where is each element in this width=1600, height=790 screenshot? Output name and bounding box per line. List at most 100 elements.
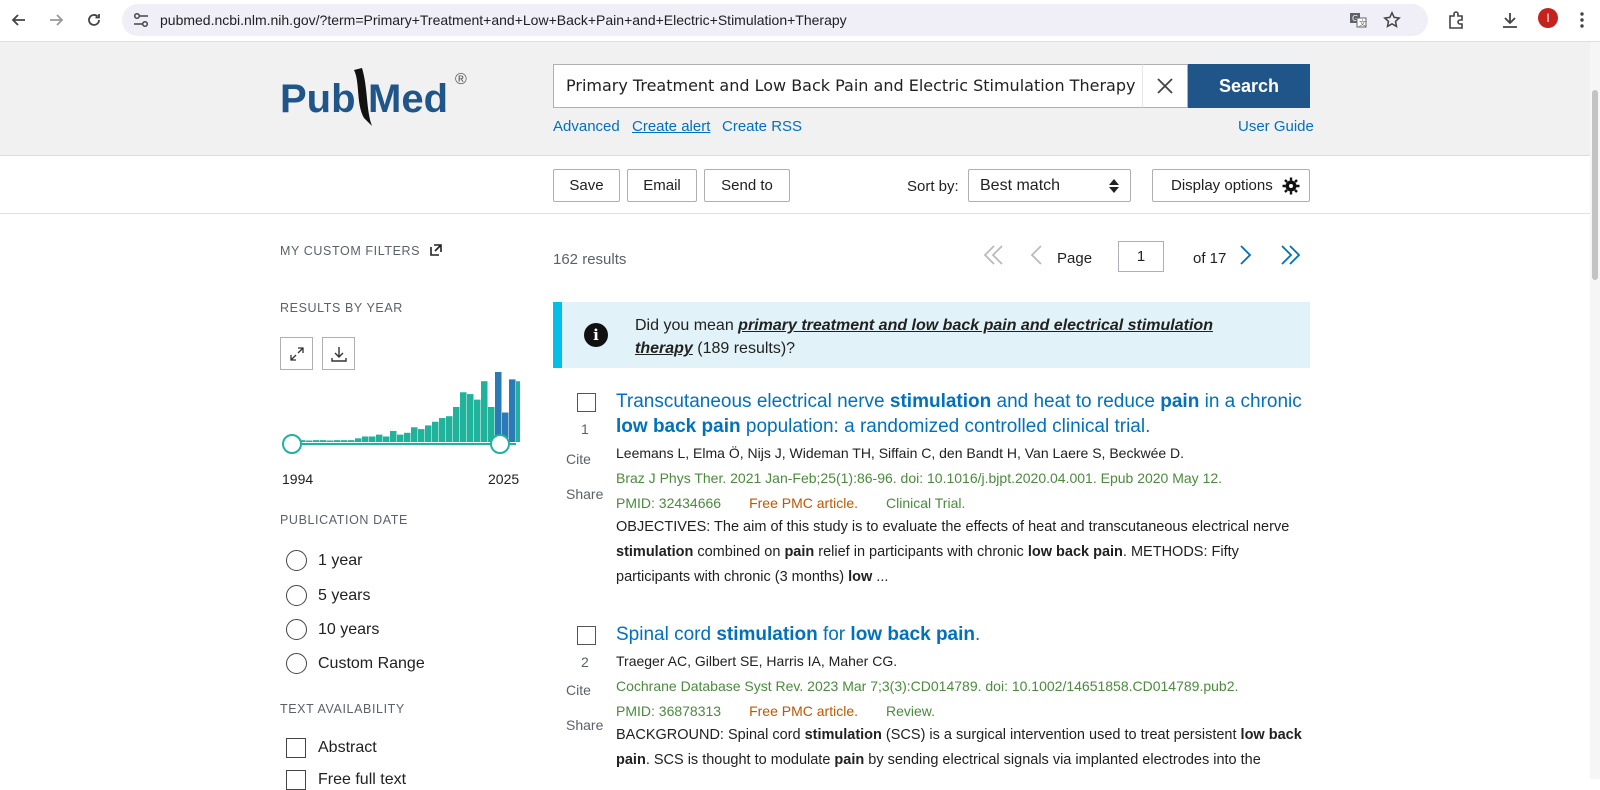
- histogram-bar: [313, 440, 320, 442]
- highlighted-term: stimulation: [616, 544, 694, 560]
- bookmark-star-icon[interactable]: [1378, 6, 1406, 34]
- last-page-icon[interactable]: [1278, 243, 1302, 267]
- date-option-custom-range[interactable]: Custom Range: [286, 653, 425, 674]
- filter-abstract[interactable]: Abstract: [286, 738, 377, 758]
- select-arrows-icon: [1109, 179, 1119, 193]
- back-icon[interactable]: [5, 6, 33, 34]
- histogram-bar: [348, 440, 355, 442]
- histogram-bar: [460, 392, 467, 442]
- text-segment: for: [817, 624, 851, 645]
- page-number-input[interactable]: 1: [1118, 241, 1164, 272]
- date-option-label: 5 years: [318, 586, 371, 604]
- extensions-icon[interactable]: [1442, 6, 1470, 34]
- clear-search-icon[interactable]: [1142, 64, 1188, 108]
- highlighted-term: stimulation: [804, 727, 882, 743]
- histogram-bar: [495, 372, 502, 442]
- year-end-label: 2025: [488, 471, 520, 487]
- custom-filters-label: MY CUSTOM FILTERS: [280, 244, 421, 258]
- suggestion-suffix: (189 results)?: [692, 340, 796, 357]
- page-scrollbar[interactable]: [1590, 42, 1600, 779]
- histogram-bar: [467, 394, 474, 442]
- advanced-link[interactable]: Advanced: [553, 118, 620, 135]
- previous-page-icon[interactable]: [1028, 243, 1044, 267]
- histogram-bar: [432, 421, 439, 442]
- text-segment: by sending electrical signals via implan…: [864, 752, 1261, 768]
- create-alert-link[interactable]: Create alert: [632, 118, 710, 135]
- text-segment: .: [975, 624, 981, 645]
- results-histogram[interactable]: [280, 338, 520, 468]
- date-option-1-year[interactable]: 1 year: [286, 550, 362, 571]
- histogram-bar: [334, 440, 341, 442]
- cite-button[interactable]: Cite: [566, 682, 591, 698]
- share-button[interactable]: Share: [566, 717, 603, 733]
- create-rss-link[interactable]: Create RSS: [722, 118, 802, 135]
- results-by-year-heading: RESULTS BY YEAR: [280, 301, 403, 315]
- share-button[interactable]: Share: [566, 486, 603, 502]
- date-option-5-years[interactable]: 5 years: [286, 585, 370, 606]
- display-options-button[interactable]: Display options: [1152, 169, 1310, 202]
- cite-button[interactable]: Cite: [566, 451, 591, 467]
- radio-button[interactable]: [286, 619, 307, 640]
- menu-kebab-icon[interactable]: [1568, 6, 1596, 34]
- histogram-bar: [306, 440, 313, 442]
- checkbox[interactable]: [286, 738, 306, 758]
- download-icon[interactable]: [1496, 6, 1524, 34]
- custom-filters-heading[interactable]: MY CUSTOM FILTERS: [280, 244, 442, 258]
- text-segment: Spinal cord: [616, 624, 717, 645]
- histogram-bar: [320, 440, 327, 442]
- article-number: 2: [581, 654, 589, 670]
- histogram-bar: [411, 427, 418, 442]
- reload-icon[interactable]: [80, 6, 108, 34]
- article-meta: PMID: 36878313 Free PMC article. Review.: [616, 703, 935, 719]
- highlighted-term: pain: [834, 752, 865, 768]
- suggestion-prefix: Did you mean: [635, 317, 739, 334]
- forward-icon[interactable]: [42, 6, 70, 34]
- histogram-bar: [446, 416, 453, 442]
- sort-select[interactable]: Best match: [968, 169, 1131, 202]
- did-you-mean-box: i Did you mean primary treatment and low…: [553, 302, 1310, 368]
- text-availability-heading: TEXT AVAILABILITY: [280, 702, 405, 716]
- radio-button[interactable]: [286, 585, 307, 606]
- translate-icon[interactable]: G文: [1344, 6, 1372, 34]
- text-segment: (SCS) is a surgical intervention used to…: [881, 727, 1241, 743]
- date-option-label: 10 years: [318, 620, 380, 638]
- radio-button[interactable]: [286, 550, 307, 571]
- radio-button[interactable]: [286, 653, 307, 674]
- save-button[interactable]: Save: [553, 169, 620, 202]
- article-citation: Braz J Phys Ther. 2021 Jan-Feb;25(1):86-…: [616, 470, 1223, 486]
- article-meta: PMID: 32434666 Free PMC article. Clinical …: [616, 495, 965, 511]
- text-segment: . SCS is thought to modulate: [645, 752, 835, 768]
- article-title-link[interactable]: Transcutaneous electrical nerve stimulat…: [616, 389, 1306, 439]
- site-settings-icon[interactable]: [132, 12, 150, 28]
- pubmed-logo[interactable]: Pub Med ®: [280, 60, 470, 130]
- pubmed-header: Pub Med ® Primary Treatment and Low Back…: [0, 42, 1600, 156]
- sort-by-label: Sort by:: [907, 178, 959, 195]
- highlighted-term: stimulation: [716, 624, 818, 645]
- article-select-checkbox[interactable]: [577, 393, 596, 412]
- article-authors: Leemans L, Elma Ö, Nijs J, Wideman TH, S…: [616, 445, 1185, 461]
- date-option-10-years[interactable]: 10 years: [286, 619, 379, 640]
- article-select-checkbox[interactable]: [577, 626, 596, 645]
- search-button[interactable]: Search: [1188, 64, 1310, 108]
- article-title-link[interactable]: Spinal cord stimulation for low back pai…: [616, 622, 1306, 647]
- page-total: of 17: [1193, 250, 1227, 267]
- email-button[interactable]: Email: [627, 169, 697, 202]
- highlighted-term: low back pain: [616, 416, 741, 437]
- search-input[interactable]: Primary Treatment and Low Back Pain and …: [553, 64, 1142, 108]
- user-guide-link[interactable]: User Guide: [1238, 118, 1314, 135]
- next-page-icon[interactable]: [1238, 243, 1254, 267]
- address-bar[interactable]: pubmed.ncbi.nlm.nih.gov/?term=Primary+Tr…: [122, 4, 1428, 36]
- histogram-bar: [369, 436, 376, 442]
- send-to-button[interactable]: Send to: [704, 169, 790, 202]
- did-you-mean-text: Did you mean primary treatment and low b…: [635, 314, 1275, 360]
- filter-free-full-text[interactable]: Free full text: [286, 770, 406, 790]
- highlighted-term: low back pain: [1027, 544, 1123, 560]
- gear-icon: [1282, 177, 1300, 194]
- url-text: pubmed.ncbi.nlm.nih.gov/?term=Primary+Tr…: [160, 12, 847, 28]
- first-page-icon[interactable]: [982, 243, 1006, 267]
- scroll-thumb[interactable]: [1592, 90, 1598, 280]
- checkbox[interactable]: [286, 770, 306, 790]
- publication-type: Review.: [886, 703, 936, 719]
- histogram-bar: [418, 429, 425, 442]
- profile-avatar[interactable]: I: [1538, 8, 1558, 28]
